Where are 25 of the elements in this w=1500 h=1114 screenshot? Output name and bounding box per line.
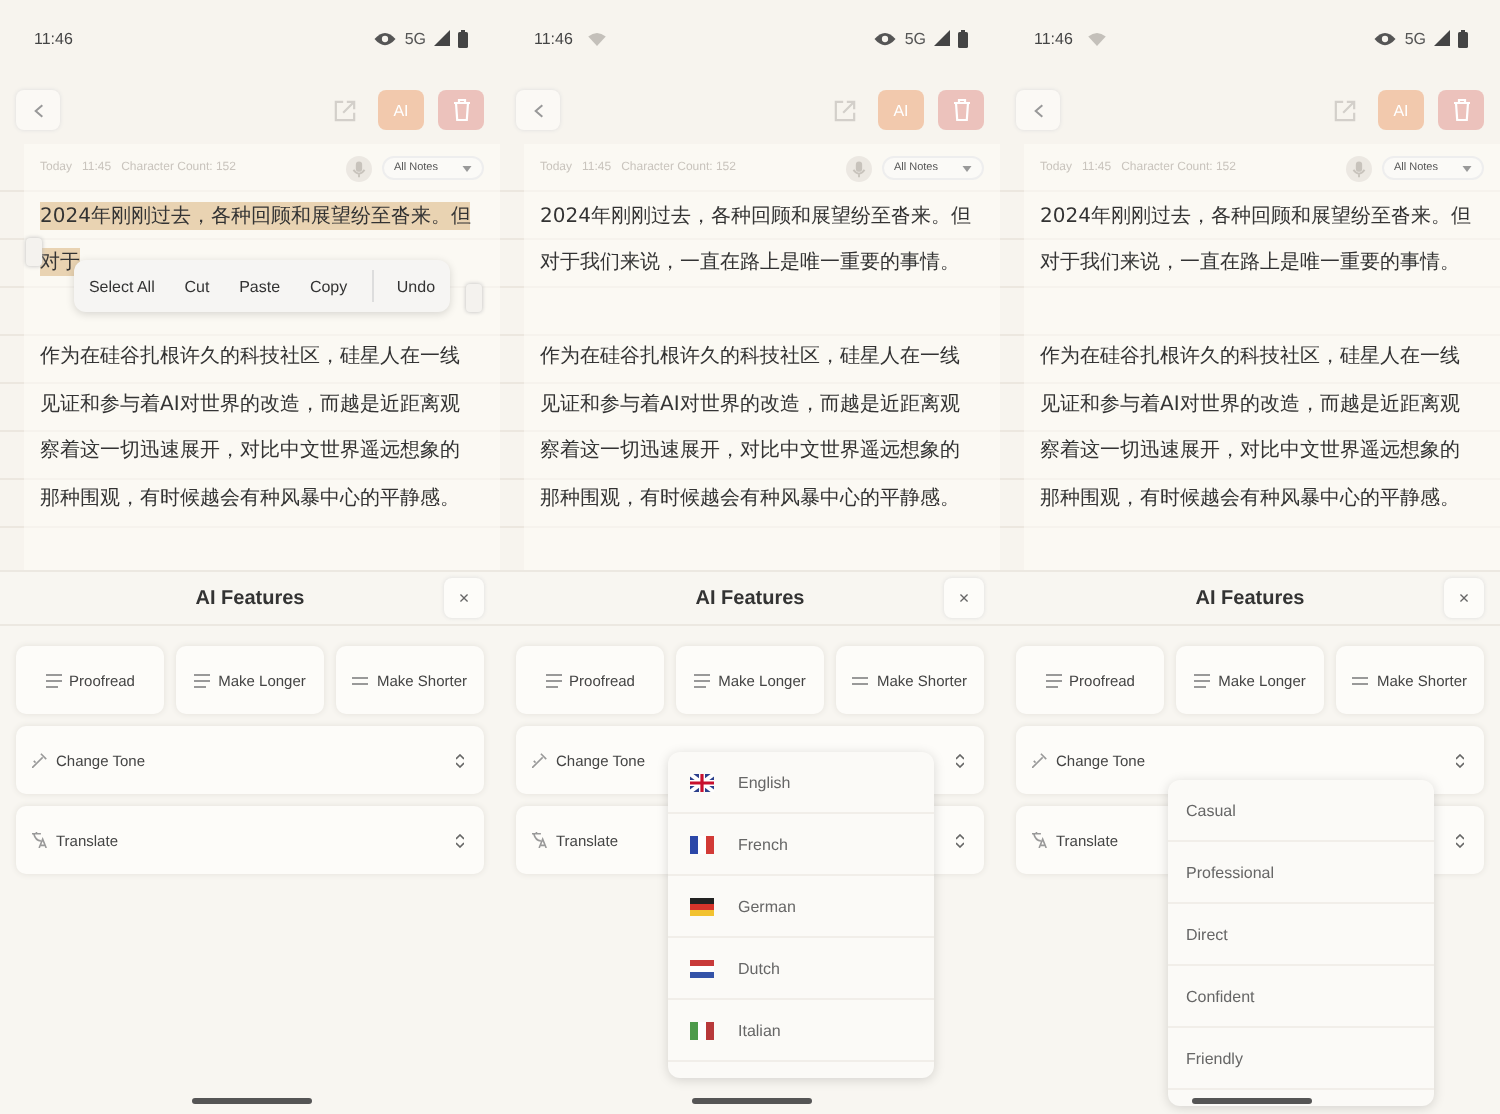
note-text-line: 那种围观，有时候越会有种风暴中心的平静感。: [1040, 485, 1460, 512]
note-text-line: 对于我们来说，一直在路上是唯一重要的事情。: [540, 249, 960, 277]
note-text-line: 见证和参与着AI对世界的改造，而越是近距离观: [1040, 391, 1460, 418]
network-label: 5G: [1404, 29, 1426, 47]
note-text-line: 见证和参与着AI对世界的改造，而越是近距离观: [40, 391, 460, 418]
note-text-line: 2024年刚刚过去，各种回顾和展望纷至沓来。但: [1040, 203, 1471, 230]
status-time: 11:46: [1034, 29, 1073, 47]
note-text-line: 察着这一切迅速展开，对比中文世界遥远想象的: [540, 437, 960, 465]
note-text-line: 那种围观，有时候越会有种风暴中心的平静感。: [540, 485, 960, 512]
status-time: 11:46: [34, 29, 73, 47]
note-text-line: 那种围观，有时候越会有种风暴中心的平静感。: [40, 485, 460, 512]
note-text-line: 对于我们来说，一直在路上是唯一重要的事情。: [1040, 249, 1460, 277]
note-text-line: 察着这一切迅速展开，对比中文世界遥远想象的: [1040, 437, 1460, 465]
network-label: 5G: [904, 29, 926, 47]
panel-title: AI Features: [195, 587, 305, 609]
panel-title: AI Features: [695, 587, 805, 609]
note-text-line: 作为在硅谷扎根许久的科技社区，硅星人在一线: [540, 343, 960, 371]
note-text-line: 作为在硅谷扎根许久的科技社区，硅星人在一线: [40, 343, 460, 371]
note-text-line: 察着这一切迅速展开，对比中文世界遥远想象的: [40, 437, 460, 465]
note-text-line: 作为在硅谷扎根许久的科技社区，硅星人在一线: [1040, 343, 1460, 371]
network-label: 5G: [404, 29, 426, 47]
note-text-line: 见证和参与着AI对世界的改造，而越是近距离观: [540, 391, 960, 418]
note-text-line: 2024年刚刚过去，各种回顾和展望纷至沓来。但: [540, 203, 971, 230]
status-time: 11:46: [534, 29, 573, 47]
panel-title: AI Features: [1195, 587, 1305, 609]
